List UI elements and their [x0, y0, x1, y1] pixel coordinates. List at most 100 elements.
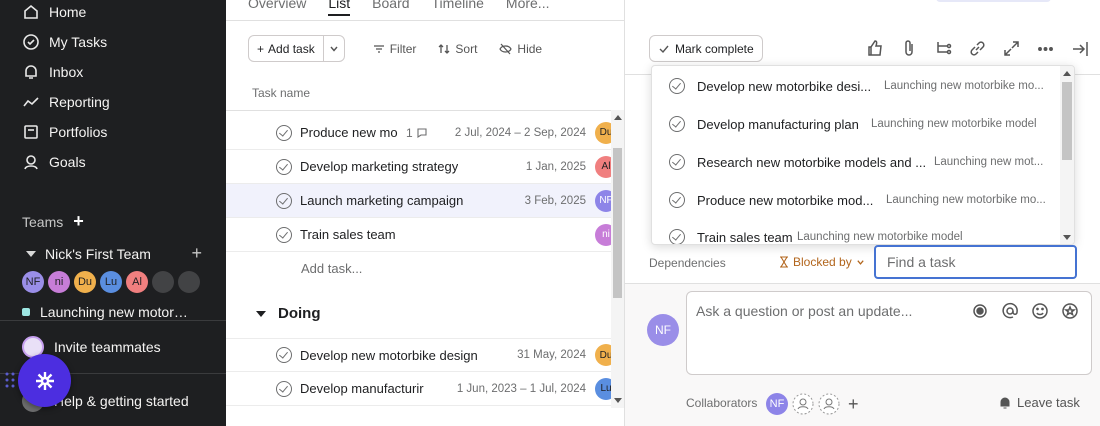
- scrollbar-thumb[interactable]: [613, 148, 622, 298]
- table-row[interactable]: Launch marketing campaign 3 Feb, 2025 NF: [226, 184, 617, 218]
- find-task-input[interactable]: [874, 245, 1077, 279]
- complete-checkbox[interactable]: [276, 124, 292, 141]
- blocked-by-selector[interactable]: Blocked by: [779, 255, 865, 269]
- tab-overview[interactable]: Overview: [248, 0, 306, 15]
- link-icon[interactable]: [967, 38, 988, 59]
- table-row[interactable]: Produce new mo 1 2 Jul, 2024 – 2 Sep, 20…: [226, 116, 617, 150]
- complete-checkbox[interactable]: [276, 158, 292, 175]
- avatar[interactable]: [178, 271, 200, 293]
- more-options-icon[interactable]: [1035, 38, 1056, 59]
- task-name[interactable]: Produce new mo: [300, 125, 400, 140]
- paperclip-icon[interactable]: [899, 38, 920, 59]
- close-panel-icon[interactable]: [1069, 38, 1090, 59]
- complete-checkbox[interactable]: [276, 226, 292, 243]
- mention-icon[interactable]: [1001, 302, 1019, 320]
- add-to-team-icon[interactable]: +: [191, 243, 202, 264]
- dropdown-option[interactable]: Develop new motorbike desi... Launching …: [652, 67, 1062, 105]
- ai-assistant-button[interactable]: [18, 354, 71, 407]
- avatar[interactable]: ni: [48, 271, 70, 293]
- subtask-count[interactable]: 1: [406, 126, 428, 140]
- hide-button[interactable]: Hide: [491, 42, 550, 56]
- table-row[interactable]: Develop manufacturir 1 Jun, 2023 – 1 Jul…: [226, 372, 617, 406]
- mark-complete-button[interactable]: Mark complete: [649, 35, 763, 62]
- avatar[interactable]: [152, 271, 174, 293]
- comment-input[interactable]: Ask a question or post an update...: [686, 291, 1092, 375]
- sidebar-project-item[interactable]: Launching new motor…: [22, 304, 188, 320]
- due-date[interactable]: 1 Jun, 2023 – 1 Jul, 2024: [457, 383, 586, 395]
- tab-board[interactable]: Board: [372, 0, 409, 15]
- subtask-icon[interactable]: [933, 38, 954, 59]
- scroll-down-arrow-icon[interactable]: [1063, 235, 1071, 240]
- caret-down-icon[interactable]: [26, 250, 36, 257]
- add-task-inline[interactable]: Add task...: [301, 261, 362, 276]
- task-name[interactable]: Develop marketing strategy: [300, 159, 458, 174]
- sparkle-icon: [35, 371, 54, 390]
- task-name[interactable]: Develop manufacturir: [300, 381, 428, 396]
- add-task-dropdown[interactable]: [324, 36, 344, 61]
- due-date[interactable]: 3 Feb, 2025: [525, 195, 586, 207]
- star-icon[interactable]: [1061, 302, 1079, 320]
- sort-button[interactable]: Sort: [430, 42, 485, 56]
- dropdown-scrollbar[interactable]: [1060, 66, 1074, 244]
- complete-checkbox[interactable]: [276, 380, 292, 397]
- scroll-down-arrow-icon[interactable]: [614, 398, 622, 403]
- add-collaborator-icon[interactable]: +: [848, 394, 859, 415]
- complete-checkbox[interactable]: [276, 347, 292, 363]
- collaborator-avatar[interactable]: NF: [766, 393, 788, 415]
- scrollbar-thumb[interactable]: [1062, 82, 1072, 160]
- task-name[interactable]: Train sales team: [300, 227, 396, 242]
- tab-more[interactable]: More...: [506, 0, 550, 15]
- nav-goals[interactable]: Goals: [22, 151, 86, 173]
- task-name[interactable]: Launch marketing campaign: [300, 193, 463, 208]
- team-item[interactable]: Nick's First Team +: [26, 243, 202, 264]
- add-task-button[interactable]: + Add task: [248, 35, 345, 62]
- comment-placeholder: Ask a question or post an update...: [696, 303, 913, 319]
- collaborators-label: Collaborators: [686, 396, 758, 410]
- due-date[interactable]: 31 May, 2024: [517, 349, 586, 361]
- user-placeholder-icon[interactable]: [792, 393, 814, 415]
- filter-label: Filter: [389, 41, 417, 56]
- scroll-up-arrow-icon[interactable]: [614, 115, 622, 120]
- thumbs-up-icon[interactable]: [865, 38, 886, 59]
- scroll-up-arrow-icon[interactable]: [1063, 71, 1071, 76]
- user-placeholder-icon[interactable]: [818, 393, 840, 415]
- due-date[interactable]: 1 Jan, 2025: [526, 161, 586, 173]
- task-name[interactable]: Develop new motorbike design: [300, 348, 483, 363]
- tab-timeline[interactable]: Timeline: [432, 0, 484, 15]
- dropdown-option[interactable]: Research new motorbike models and ... La…: [652, 143, 1062, 181]
- add-team-icon[interactable]: +: [73, 211, 84, 232]
- emoji-icon[interactable]: [1031, 302, 1049, 320]
- list-scrollbar[interactable]: [611, 110, 624, 408]
- nav-portfolios[interactable]: Portfolios: [22, 121, 107, 143]
- nav-my-tasks[interactable]: My Tasks: [22, 31, 107, 53]
- dropdown-option[interactable]: Develop manufacturing plan Launching new…: [652, 105, 1062, 143]
- tab-list[interactable]: List: [328, 0, 350, 16]
- caret-down-icon[interactable]: [256, 310, 266, 317]
- section-header[interactable]: Doing: [256, 305, 321, 322]
- table-row[interactable]: Develop new motorbike design 31 May, 202…: [226, 338, 617, 372]
- filter-button[interactable]: Filter: [365, 42, 425, 56]
- leave-task-button[interactable]: Leave task: [998, 395, 1080, 410]
- avatar[interactable]: Al: [126, 271, 148, 293]
- avatar[interactable]: NF: [22, 271, 44, 293]
- dropdown-option[interactable]: Produce new motorbike mod... Launching n…: [652, 181, 1062, 219]
- nav-home[interactable]: Home: [22, 1, 86, 23]
- share-button[interactable]: [936, 0, 1051, 2]
- dropdown-option[interactable]: Train sales team Launching new motorbike…: [652, 218, 1062, 244]
- record-icon[interactable]: [971, 302, 989, 320]
- column-header-task-name[interactable]: Task name: [252, 86, 310, 100]
- drag-handle-icon[interactable]: [4, 370, 16, 390]
- task-check-icon: [669, 229, 685, 244]
- add-task-main[interactable]: + Add task: [249, 36, 324, 61]
- due-date[interactable]: 2 Jul, 2024 – 2 Sep, 2024: [455, 127, 586, 139]
- table-row[interactable]: Train sales team ni: [226, 218, 617, 252]
- avatar[interactable]: Du: [74, 271, 96, 293]
- avatar[interactable]: Lu: [100, 271, 122, 293]
- nav-reporting[interactable]: Reporting: [22, 91, 110, 113]
- help-label: Help & getting started: [54, 393, 189, 409]
- complete-checkbox[interactable]: [276, 192, 292, 209]
- nav-inbox[interactable]: Inbox: [22, 61, 83, 83]
- table-row[interactable]: Develop marketing strategy 1 Jan, 2025 A…: [226, 150, 617, 184]
- expand-icon[interactable]: [1001, 38, 1022, 59]
- divider: [226, 110, 611, 111]
